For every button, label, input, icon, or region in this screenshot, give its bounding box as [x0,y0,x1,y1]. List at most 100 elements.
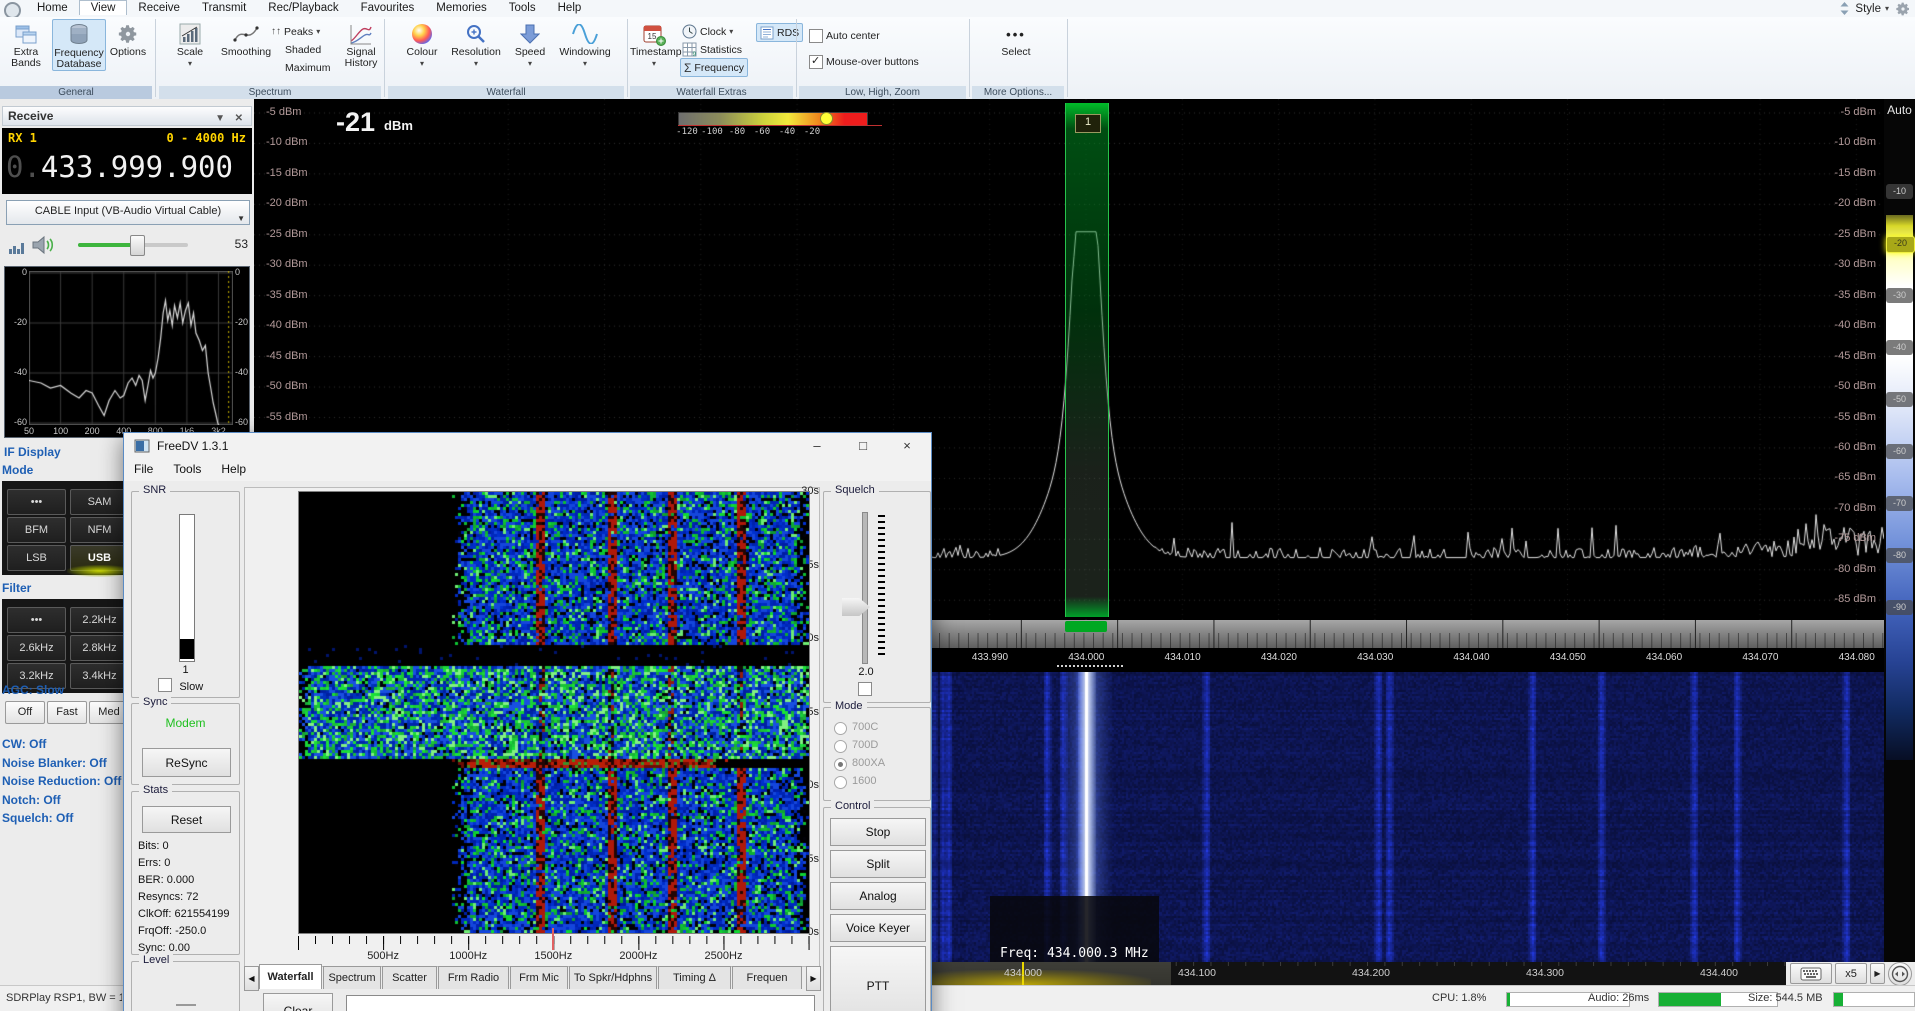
freedv-mode-radio[interactable] [834,740,847,753]
panel-collapse-icon[interactable]: ▼ [215,110,225,128]
speed-button[interactable]: Speed ▾ [510,19,550,69]
ribbon-tab[interactable]: Memories [425,1,497,15]
close-button[interactable]: × [885,433,929,459]
freedv-mode-radio[interactable] [834,776,847,789]
signal-history-button[interactable]: Signal History [341,19,381,69]
squelch-enable-checkbox[interactable] [858,682,872,696]
volume-slider-handle[interactable] [130,235,145,256]
tab-scroll-right[interactable]: ▶ [806,966,821,991]
style-dropdown-icon[interactable]: ▾ [1885,4,1889,13]
minimize-button[interactable]: – [795,433,839,459]
ribbon-tab[interactable]: View [79,0,128,15]
ribbon-tab[interactable]: Rec/Playback [257,1,349,15]
resolution-button[interactable]: Resolution ▾ [446,19,506,69]
frequency-row[interactable]: Σ Frequency [680,58,748,77]
freedv-mode-radio[interactable] [834,722,847,735]
snr-slow-row[interactable]: Slow [158,678,199,695]
control-button[interactable]: Analog [830,882,926,910]
mode-button[interactable]: BFM [7,517,66,543]
control-button[interactable]: Split [830,850,926,878]
dsp-status-line[interactable]: Noise Reduction: Off [2,774,121,788]
snr-slow-checkbox[interactable] [158,678,172,692]
waterfall-colorbar[interactable]: Auto -10-20-30-40-50-60-70-80-90 [1884,99,1915,962]
auto-center-row[interactable]: Auto center [809,27,880,44]
mode-button[interactable]: LSB [7,545,66,571]
dsp-status-line[interactable]: CW: Off [2,737,46,751]
filter-button[interactable]: 3.4kHz [70,663,129,689]
frequency-database-button[interactable]: Frequency Database [52,19,106,71]
agc-button[interactable]: Fast [47,701,87,724]
freedv-waterfall-canvas[interactable] [298,491,810,934]
colour-button[interactable]: Colour ▾ [400,19,444,69]
freedv-tab[interactable]: Frm Mic [510,966,568,989]
ribbon-tab[interactable]: Tools [498,1,547,15]
receive-panel-header[interactable]: Receive ▼ ✕ [2,106,252,126]
dsp-status-line[interactable]: Noise Blanker: Off [2,756,107,770]
freedv-tab[interactable]: Timing Δ [658,966,731,989]
ribbon-tab[interactable]: Receive [127,1,191,15]
timestamp-button[interactable]: 15 Timestamp ▾ [630,19,678,69]
options-button[interactable]: Options [106,19,150,58]
freedv-menu-item[interactable]: Help [211,459,256,479]
dsp-status-line[interactable]: Notch: Off [2,793,61,807]
filter-button[interactable]: 2.2kHz [70,607,129,633]
filter-button[interactable]: 2.8kHz [70,635,129,661]
select-button[interactable]: ••• Select [986,19,1046,58]
freedv-title-bar[interactable]: FreeDV 1.3.1 – □ × [124,433,931,460]
agc-button[interactable]: Off [5,701,45,724]
smoothing-button[interactable]: Smoothing [215,19,277,58]
reset-button[interactable]: Reset [142,806,231,833]
mouse-over-checkbox[interactable] [809,55,823,69]
frequency-display[interactable]: RX 1 0 - 4000 Hz 0.433.999.900 [2,128,252,194]
keyboard-entry-button[interactable] [1790,963,1832,984]
mode-button[interactable]: ••• [7,489,66,515]
dsp-status-line[interactable]: Squelch: Off [2,811,73,825]
span-reset-button[interactable] [1888,962,1912,986]
waterfall-gradient-bar[interactable] [678,112,868,126]
rx-band-region[interactable] [1065,103,1109,617]
rx-band-badge[interactable]: 1 [1075,114,1101,133]
zoom-factor-button[interactable]: x5 [1835,963,1867,984]
freedv-mode-radio[interactable] [834,758,847,771]
filter-button[interactable]: 2.6kHz [7,635,66,661]
ribbon-tab[interactable]: Transmit [191,1,257,15]
freedv-menu-item[interactable]: File [124,459,163,479]
ribbon-tab[interactable]: Home [26,1,79,15]
gradient-level-dot[interactable] [820,112,833,125]
mode-button[interactable]: SAM [70,489,129,515]
freedv-tab[interactable]: Scatter [382,966,437,989]
mode-button[interactable]: NFM [70,517,129,543]
peaks-row[interactable]: ↑↑ Peaks ▾ [271,23,320,40]
style-label[interactable]: Style [1855,3,1881,15]
freedv-tab[interactable]: To Spkr/Hdphns [569,966,657,989]
tuned-frequency[interactable]: 0.433.999.900 [6,150,233,184]
control-button[interactable]: Voice Keyer [830,914,926,942]
text-output-field[interactable] [346,995,815,1011]
panel-close-icon[interactable]: ✕ [235,110,243,128]
freedv-tab[interactable]: Spectrum [323,966,381,989]
clear-button[interactable]: Clear [263,993,333,1011]
stepper-icon[interactable] [1838,1,1851,16]
freedv-menu-item[interactable]: Tools [163,459,211,479]
auto-center-checkbox[interactable] [809,29,823,43]
control-button[interactable]: Stop [830,818,926,846]
mode-button[interactable]: USB [70,545,129,571]
shaded-row[interactable]: Shaded [285,41,321,58]
extra-bands-button[interactable]: Extra Bands [2,19,50,69]
freedv-tab[interactable]: Waterfall [259,964,322,989]
scale-button[interactable]: Scale ▾ [169,19,211,69]
speaker-icon[interactable] [32,235,56,255]
resync-button[interactable]: ReSync [142,748,231,777]
gear-icon[interactable] [1893,1,1913,17]
freedv-window[interactable]: FreeDV 1.3.1 – □ × FileToolsHelp SNR 1 S… [123,432,932,1011]
ribbon-tab[interactable]: Favourites [350,1,426,15]
squelch-slider-groove[interactable] [862,512,868,664]
zoom-caret-button[interactable]: ▶ [1870,963,1885,984]
filter-button[interactable]: ••• [7,607,66,633]
freedv-tab[interactable]: Frequen [732,966,802,989]
freedv-tab[interactable]: Frm Radio [438,966,509,989]
audio-meter-icon[interactable] [8,237,26,255]
tab-scroll-left[interactable]: ◀ [244,966,259,991]
audio-device-select[interactable]: CABLE Input (VB-Audio Virtual Cable) ▼ [6,200,250,225]
maximum-row[interactable]: Maximum [285,59,331,76]
